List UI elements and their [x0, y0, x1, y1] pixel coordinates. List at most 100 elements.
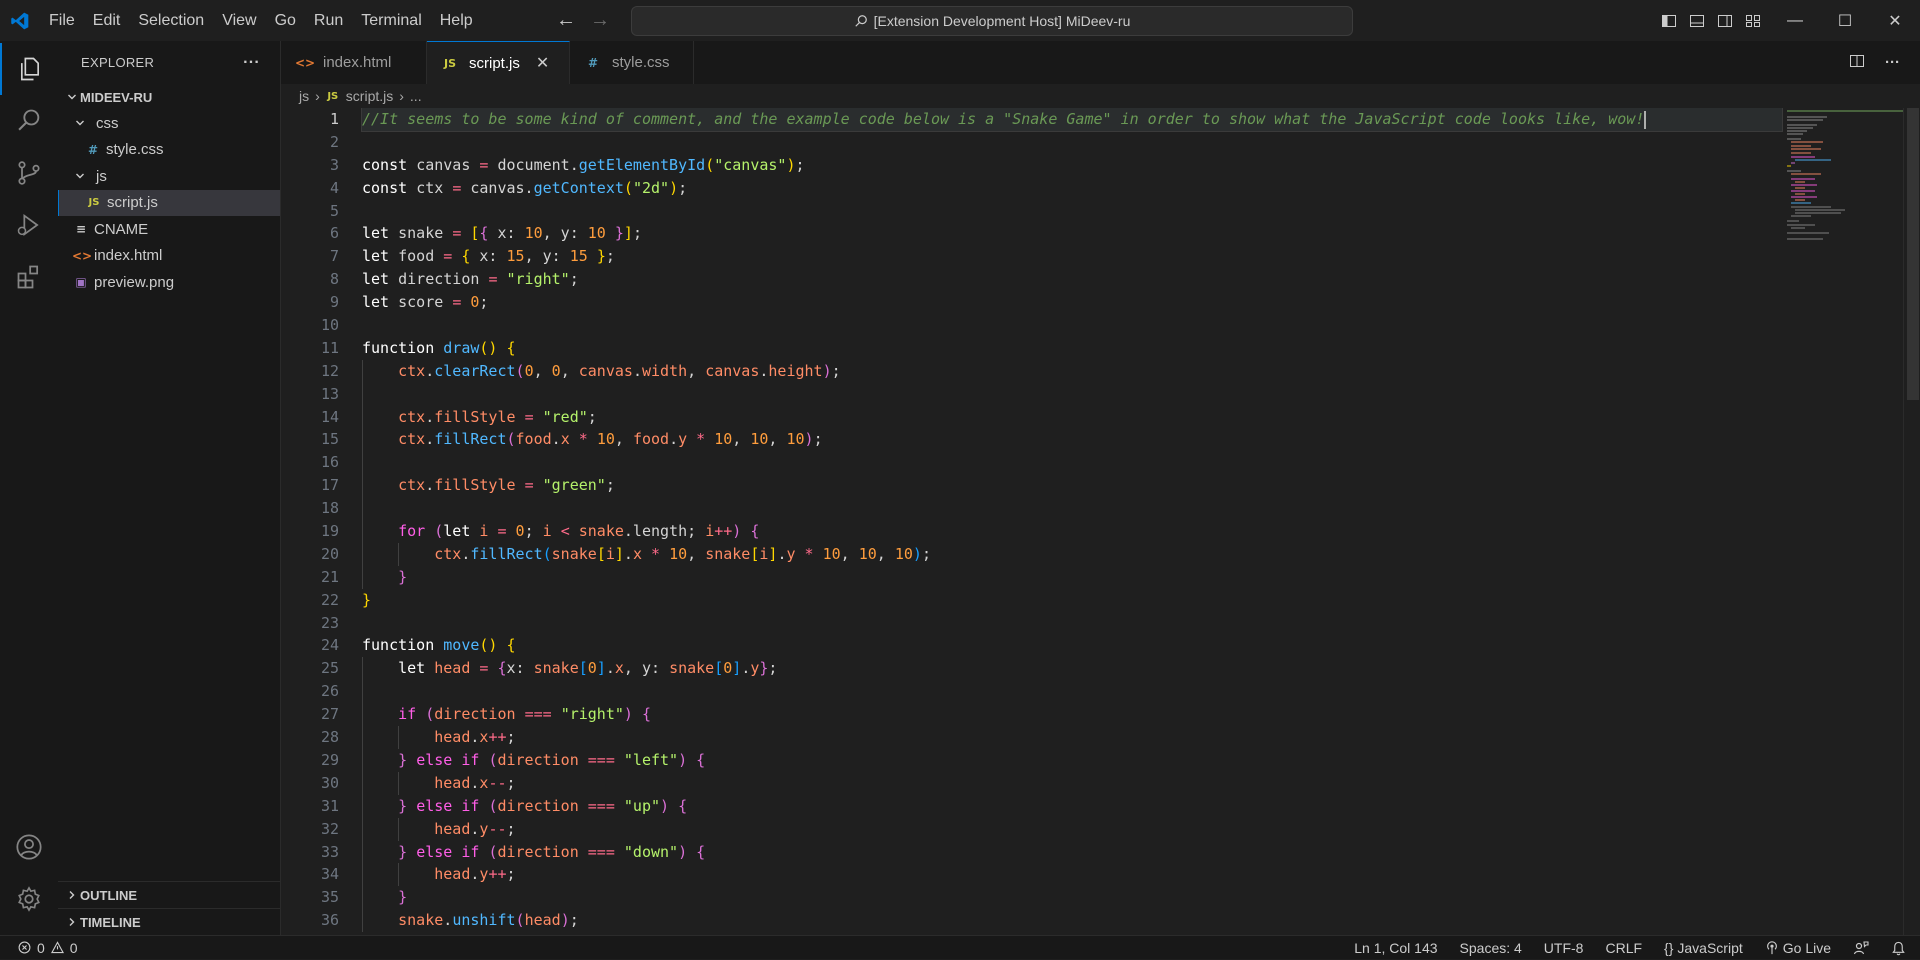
code-line[interactable]: ctx.fillStyle = "green";	[362, 474, 1782, 498]
code-line[interactable]: ctx.fillStyle = "red";	[362, 405, 1782, 429]
code-line[interactable]: }	[362, 886, 1782, 910]
end-of-line[interactable]: CRLF	[1605, 940, 1642, 956]
back-arrow-icon[interactable]: ←	[556, 9, 576, 32]
code-line[interactable]: }	[362, 565, 1782, 589]
code-line[interactable]: const canvas = document.getElementById("…	[362, 154, 1782, 177]
code-line[interactable]: ctx.fillRect(food.x * 10, food.y * 10, 1…	[362, 428, 1782, 452]
workspace-root[interactable]: MIDEEV-RU	[58, 84, 280, 110]
source-control-icon[interactable]	[0, 147, 58, 199]
encoding[interactable]: UTF-8	[1544, 940, 1584, 956]
language-mode[interactable]: {} JavaScript	[1664, 940, 1743, 956]
code-line[interactable]	[362, 497, 1782, 521]
toggle-primary-sidebar-icon[interactable]	[1660, 12, 1678, 30]
code-line[interactable]: } else if (direction === "up") {	[362, 794, 1782, 818]
breadcrumb-folder[interactable]: js	[299, 88, 309, 104]
code-line[interactable]	[362, 680, 1782, 704]
tab-style-css[interactable]: # style.css	[570, 41, 694, 84]
breadcrumb-symbol[interactable]: ...	[410, 88, 422, 104]
maximize-icon[interactable]: ☐	[1820, 0, 1870, 41]
vscode-logo-icon[interactable]	[0, 0, 40, 41]
code-line[interactable]: head.x++;	[362, 726, 1782, 749]
menu-file[interactable]: File	[40, 0, 84, 41]
code-line[interactable]: let head = {x: snake[0].x, y: snake[0].y…	[362, 657, 1782, 681]
split-editor-icon[interactable]	[1849, 53, 1865, 73]
close-tab-icon[interactable]: ✕	[536, 53, 549, 73]
nav-arrows: ← →	[556, 0, 610, 41]
code-line[interactable]	[362, 451, 1782, 475]
code-line[interactable]: if (direction === "right") {	[362, 703, 1782, 727]
customize-layout-icon[interactable]	[1744, 12, 1762, 30]
settings-gear-icon[interactable]	[0, 873, 58, 925]
code-line[interactable]: }	[362, 589, 1782, 612]
menu-run[interactable]: Run	[305, 0, 352, 41]
code-line[interactable]	[362, 612, 1782, 635]
line-number: 13	[320, 384, 339, 403]
menu-edit[interactable]: Edit	[84, 0, 130, 41]
problems-indicator[interactable]: 0 0	[0, 940, 78, 956]
code-line[interactable]: head.y--;	[362, 817, 1782, 841]
command-center-search[interactable]: [Extension Development Host] MiDeev-ru	[631, 6, 1353, 36]
code-line[interactable]	[362, 382, 1782, 406]
more-actions-icon[interactable]: ···	[243, 54, 260, 72]
code-line[interactable]	[362, 131, 1782, 154]
minimize-icon[interactable]: —	[1770, 0, 1820, 41]
file-style-css[interactable]: # style.css	[58, 137, 280, 164]
code-line[interactable]: let food = { x: 15, y: 15 };	[362, 245, 1782, 268]
code-line[interactable]: let snake = [{ x: 10, y: 10 }];	[362, 222, 1782, 245]
code-line[interactable]: ctx.fillRect(snake[i].x * 10, snake[i].y…	[362, 542, 1782, 566]
file-cname[interactable]: ≡ CNAME	[58, 216, 280, 243]
code-line[interactable]: //It seems to be some kind of comment, a…	[361, 108, 1783, 132]
outline-section[interactable]: OUTLINE	[58, 881, 280, 908]
file-script-js[interactable]: JS script.js	[58, 189, 280, 216]
menu-selection[interactable]: Selection	[129, 0, 213, 41]
tab-index-html[interactable]: <> index.html	[281, 41, 427, 84]
close-window-icon[interactable]: ✕	[1870, 0, 1920, 41]
accounts-icon[interactable]	[0, 821, 58, 873]
code-line[interactable]: } else if (direction === "left") {	[362, 748, 1782, 772]
search-icon[interactable]	[0, 95, 58, 147]
code-line[interactable]: snake.unshift(head);	[362, 909, 1782, 933]
notifications-bell-icon[interactable]	[1891, 941, 1906, 956]
code-area[interactable]: //It seems to be some kind of comment, a…	[361, 108, 1783, 933]
breadcrumb-file[interactable]: script.js	[346, 88, 393, 104]
tab-script-js[interactable]: JS script.js ✕	[427, 41, 570, 84]
scrollbar-thumb[interactable]	[1907, 108, 1919, 400]
indentation[interactable]: Spaces: 4	[1460, 940, 1522, 956]
error-icon	[18, 941, 31, 954]
menu-go[interactable]: Go	[266, 0, 305, 41]
line-number: 24	[320, 636, 339, 655]
folder-css[interactable]: css	[58, 110, 280, 137]
code-editor[interactable]: 1 2 3 4 5 6 7 8 9 10 11 12 13 14 15 16 17 18 19 20 21 22 23 24 2…	[281, 108, 1920, 935]
more-actions-icon[interactable]: ···	[1885, 54, 1900, 71]
code-line[interactable]: let score = 0;	[362, 291, 1782, 314]
menu-view[interactable]: View	[213, 0, 265, 41]
code-line[interactable]: head.y++;	[362, 863, 1782, 887]
code-line[interactable]: const ctx = canvas.getContext("2d");	[362, 177, 1782, 200]
code-line[interactable]: ctx.clearRect(0, 0, canvas.width, canvas…	[362, 359, 1782, 383]
forward-arrow-icon[interactable]: →	[590, 9, 610, 32]
toggle-panel-icon[interactable]	[1688, 12, 1706, 30]
code-line[interactable]: } else if (direction === "down") {	[362, 840, 1782, 864]
code-line[interactable]	[362, 314, 1782, 337]
menu-terminal[interactable]: Terminal	[352, 0, 430, 41]
code-line[interactable]: head.x--;	[362, 771, 1782, 795]
editor-scrollbar[interactable]	[1903, 108, 1920, 935]
minimap[interactable]	[1787, 108, 1903, 268]
code-line[interactable]	[362, 200, 1782, 223]
code-line[interactable]: let direction = "right";	[362, 268, 1782, 291]
code-line[interactable]: function draw() {	[362, 337, 1782, 360]
code-line[interactable]: for (let i = 0; i < snake.length; i++) {	[362, 520, 1782, 543]
folder-js[interactable]: js	[58, 163, 280, 190]
explorer-icon[interactable]	[0, 43, 58, 95]
cursor-position[interactable]: Ln 1, Col 143	[1354, 940, 1437, 956]
timeline-section[interactable]: TIMELINE	[58, 908, 280, 935]
extensions-icon[interactable]	[0, 251, 58, 303]
file-preview-png[interactable]: ▣ preview.png	[58, 269, 280, 296]
toggle-secondary-sidebar-icon[interactable]	[1716, 12, 1734, 30]
go-live-button[interactable]: Go Live	[1765, 940, 1831, 956]
menu-help[interactable]: Help	[431, 0, 482, 41]
code-line[interactable]: function move() {	[362, 634, 1782, 657]
file-index-html[interactable]: <> index.html	[58, 243, 280, 270]
run-and-debug-icon[interactable]	[0, 199, 58, 251]
feedback-icon[interactable]	[1853, 940, 1869, 956]
